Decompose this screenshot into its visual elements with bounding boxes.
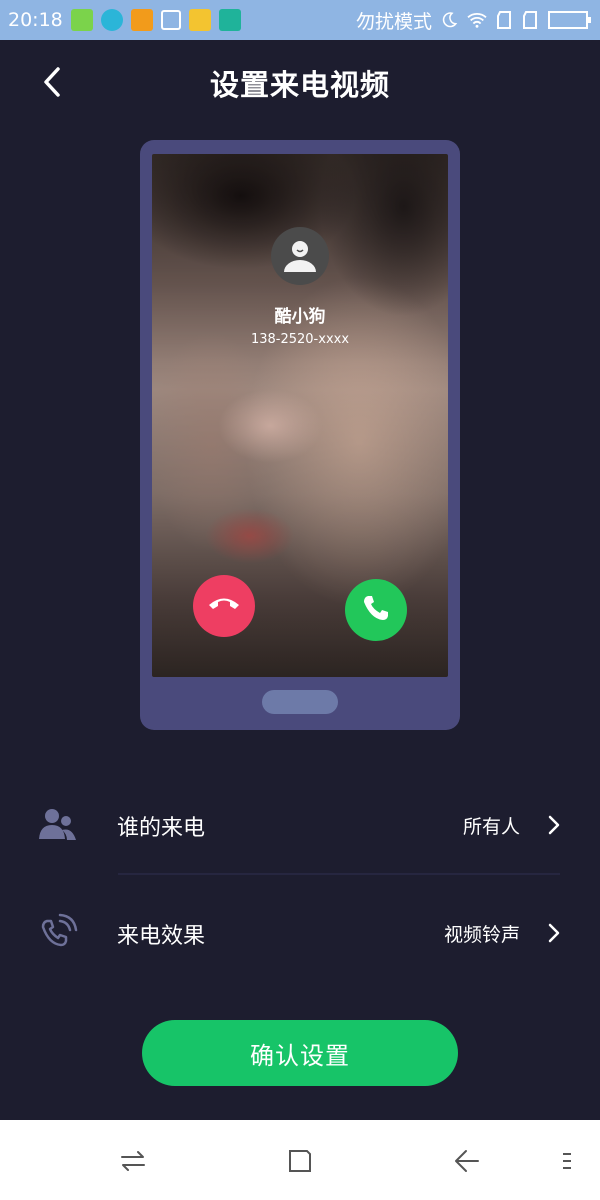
usb-icon [218,9,241,31]
page-title: 设置来电视频 [209,68,390,102]
header: 设置来电视频 [0,40,600,124]
confirm-settings-button[interactable]: 确认设置 [142,1020,458,1086]
user-avatar-icon [284,241,316,272]
phone-icon [361,593,391,627]
phone-ringing-icon [38,913,78,953]
incoming-call-preview: 酷小狗 138-2520-xxxx [140,140,460,730]
caller-avatar [271,227,329,285]
status-time: 20:18 [8,9,63,31]
home-square-icon[interactable] [283,1144,317,1178]
wifi-icon [466,11,488,29]
accept-call-button[interactable] [345,579,407,641]
status-bar: 20:18 勿扰模式 [0,0,600,40]
chevron-right-icon [544,813,564,837]
caller-number: 138-2520-xxxx [250,332,350,347]
preview-video: 酷小狗 138-2520-xxxx [152,154,448,677]
dnd-label: 勿扰模式 [355,10,432,33]
users-icon [38,805,78,845]
menu-icon[interactable] [550,1144,584,1178]
who-calls-row[interactable]: 谁的来电 所有人 [0,780,600,870]
system-nav-bar [0,1120,600,1200]
call-effect-row[interactable]: 来电效果 视频铃声 [0,888,600,978]
moon-icon [440,11,458,29]
signal-icon [522,10,540,30]
cleanup-icon [160,10,181,30]
decline-call-button[interactable] [193,575,255,637]
who-calls-label: 谁的来电 [117,816,206,841]
phone-home-key [262,690,338,714]
settings-divider [118,873,560,875]
browser-app-icon [100,9,123,31]
battery-icon [548,10,592,30]
phone-hangup-icon [207,594,241,618]
chevron-right-icon [544,921,564,945]
warning-icon [130,9,153,31]
signal-icon [496,10,514,30]
call-effect-label: 来电效果 [117,924,206,949]
back-arrow-icon[interactable] [449,1144,483,1178]
caller-name: 酷小狗 [274,307,326,327]
call-effect-value: 视频铃声 [443,924,520,946]
android-app-icon [70,9,93,31]
status-right: 勿扰模式 [356,7,592,34]
folder-icon [188,9,211,31]
switch-apps-icon[interactable] [116,1144,150,1178]
who-calls-value: 所有人 [462,816,520,838]
